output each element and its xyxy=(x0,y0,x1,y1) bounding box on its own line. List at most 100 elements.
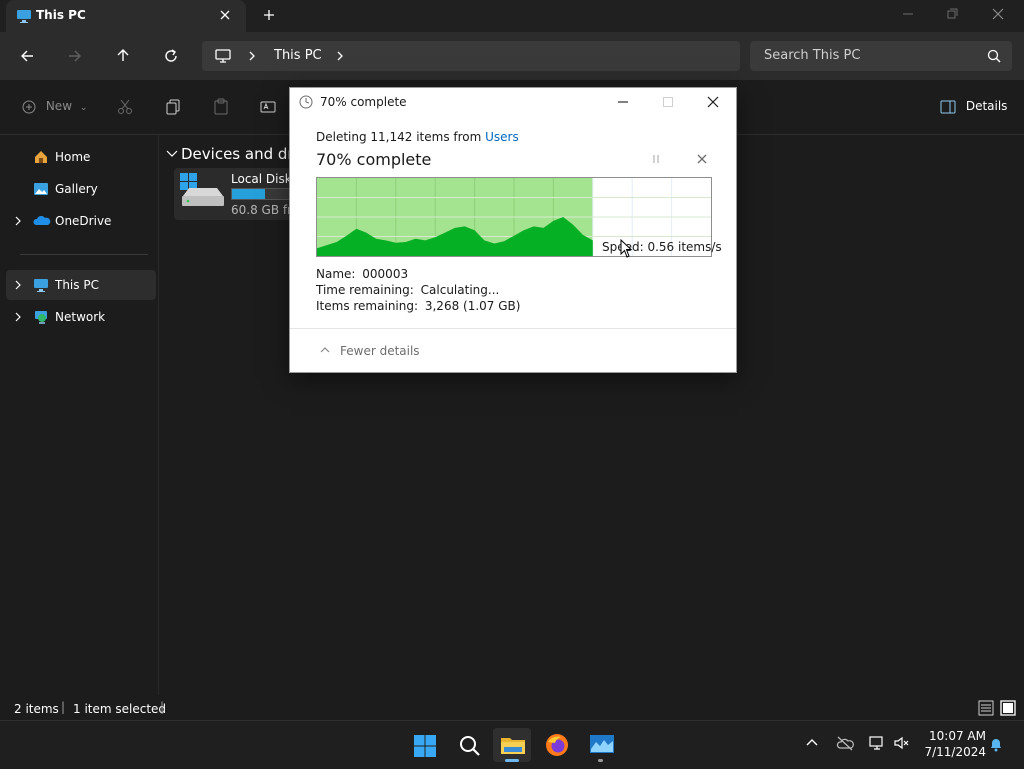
status-selection: 1 item selected xyxy=(73,702,167,716)
search-icon[interactable] xyxy=(986,48,1002,64)
tiles-view-icon[interactable] xyxy=(1000,700,1016,716)
status-divider: | xyxy=(160,700,165,714)
name-row: Name: 000003 xyxy=(316,267,408,281)
breadcrumb-chevron-icon[interactable] xyxy=(247,50,257,62)
sidebar-item-network[interactable]: Network xyxy=(6,302,156,332)
dialog-close-icon[interactable] xyxy=(706,95,720,109)
sidebar-item-label: Network xyxy=(55,310,106,324)
notification-bell-icon[interactable] xyxy=(988,736,1004,752)
folder-icon xyxy=(501,738,525,754)
time-remaining-label: Time remaining: xyxy=(316,283,414,297)
breadcrumb-chevron-icon[interactable] xyxy=(335,50,345,62)
running-indicator xyxy=(598,759,603,762)
restore-icon[interactable] xyxy=(944,6,960,22)
paste-icon[interactable] xyxy=(212,98,230,116)
monitor-icon xyxy=(214,47,232,65)
mouse-cursor-icon xyxy=(620,239,634,259)
hard-drive-icon xyxy=(179,172,225,210)
taskbar-resource-monitor[interactable] xyxy=(582,728,620,762)
delete-progress-dialog: 70% complete Deleting 11,142 items from … xyxy=(289,87,737,373)
name-value: 000003 xyxy=(362,267,409,281)
refresh-icon[interactable] xyxy=(162,47,180,65)
firefox-icon xyxy=(546,734,568,756)
sidebar-item-label: This PC xyxy=(55,278,99,292)
clock-date: 7/11/2024 xyxy=(924,745,986,759)
taskbar-search-button[interactable] xyxy=(450,728,488,762)
items-remaining-value: 3,268 (1.07 GB) xyxy=(424,299,521,313)
tab-title: This PC xyxy=(36,8,86,22)
rename-icon[interactable] xyxy=(260,98,278,116)
copy-icon[interactable] xyxy=(164,98,182,116)
system-clock[interactable]: 10:07 AM 7/11/2024 xyxy=(920,728,986,760)
minimize-icon[interactable] xyxy=(900,6,916,22)
cloud-offline-icon[interactable] xyxy=(836,735,854,751)
status-divider: | xyxy=(61,700,66,714)
gallery-icon xyxy=(33,181,49,197)
time-remaining-value: Calculating... xyxy=(420,283,500,297)
drive-usage-bar xyxy=(231,188,293,200)
clock-progress-icon xyxy=(299,95,313,109)
windows-logo-icon xyxy=(414,735,436,757)
search-icon xyxy=(460,736,480,756)
monitor-chart-icon xyxy=(590,735,614,753)
plus-circle-icon xyxy=(22,100,36,113)
onedrive-icon xyxy=(33,213,51,229)
new-button-label: New xyxy=(45,99,73,113)
sidebar-divider xyxy=(20,254,148,255)
back-arrow-icon[interactable] xyxy=(18,47,36,65)
sidebar-item-label: OneDrive xyxy=(55,214,112,228)
volume-muted-icon[interactable] xyxy=(893,735,911,751)
sidebar-item-gallery[interactable]: Gallery xyxy=(6,174,156,204)
search-input[interactable]: Search This PC xyxy=(764,48,860,63)
up-arrow-icon[interactable] xyxy=(114,46,132,64)
items-remaining-label: Items remaining: xyxy=(316,299,419,313)
operation-description: Deleting 11,142 items from Users xyxy=(316,130,519,144)
pause-icon[interactable] xyxy=(650,153,662,165)
dialog-divider xyxy=(290,328,736,329)
network-display-icon[interactable] xyxy=(868,735,886,751)
network-icon xyxy=(33,309,49,325)
sidebar-item-label: Gallery xyxy=(55,182,98,196)
items-remaining-row: Items remaining: 3,268 (1.07 GB) xyxy=(316,299,520,313)
details-view-icon[interactable] xyxy=(978,700,994,716)
status-bar: 2 items | 1 item selected | xyxy=(0,700,1024,720)
percent-complete-heading: 70% complete xyxy=(316,150,432,169)
dialog-minimize-icon[interactable] xyxy=(616,95,630,109)
close-tab-icon[interactable] xyxy=(218,8,232,22)
this-pc-icon xyxy=(33,277,49,293)
expand-chevron-icon[interactable] xyxy=(14,312,22,322)
close-window-icon[interactable] xyxy=(990,6,1006,22)
chevron-up-icon[interactable] xyxy=(319,345,331,355)
name-label: Name: xyxy=(316,267,356,281)
fewer-details-button[interactable]: Fewer details xyxy=(340,344,420,358)
new-tab-icon[interactable] xyxy=(262,8,276,22)
cut-icon[interactable] xyxy=(116,98,134,116)
sidebar-item-onedrive[interactable]: OneDrive xyxy=(6,206,156,236)
chevron-down-icon: ⌄ xyxy=(79,103,88,113)
time-remaining-row: Time remaining: Calculating... xyxy=(316,283,499,297)
show-hidden-icons-chevron-icon[interactable] xyxy=(805,736,819,748)
taskbar-firefox[interactable] xyxy=(538,728,576,762)
forward-arrow-icon[interactable] xyxy=(66,47,84,65)
dialog-title-bar[interactable]: 70% complete xyxy=(290,88,736,116)
status-item-count: 2 items xyxy=(14,702,59,716)
collapse-chevron-icon[interactable] xyxy=(166,149,178,159)
drive-usage-fill xyxy=(232,189,265,199)
details-label: Details xyxy=(965,99,1008,113)
cancel-operation-icon[interactable] xyxy=(696,153,708,165)
dialog-title: 70% complete xyxy=(320,95,407,109)
new-button[interactable]: New ⌄ xyxy=(22,99,87,114)
home-icon xyxy=(33,149,49,165)
taskbar-file-explorer[interactable] xyxy=(493,728,531,762)
sidebar-item-this-pc[interactable]: This PC xyxy=(6,270,156,300)
details-button[interactable]: Details xyxy=(940,99,1007,114)
this-pc-icon xyxy=(16,8,32,24)
dialog-maximize-icon[interactable] xyxy=(661,95,675,109)
expand-chevron-icon[interactable] xyxy=(14,216,22,226)
source-folder-link[interactable]: Users xyxy=(485,130,519,144)
start-button[interactable] xyxy=(406,728,444,762)
expand-chevron-icon[interactable] xyxy=(14,280,22,290)
active-indicator xyxy=(505,759,519,762)
breadcrumb-this-pc[interactable]: This PC xyxy=(274,48,322,63)
sidebar-item-home[interactable]: Home xyxy=(6,142,156,172)
